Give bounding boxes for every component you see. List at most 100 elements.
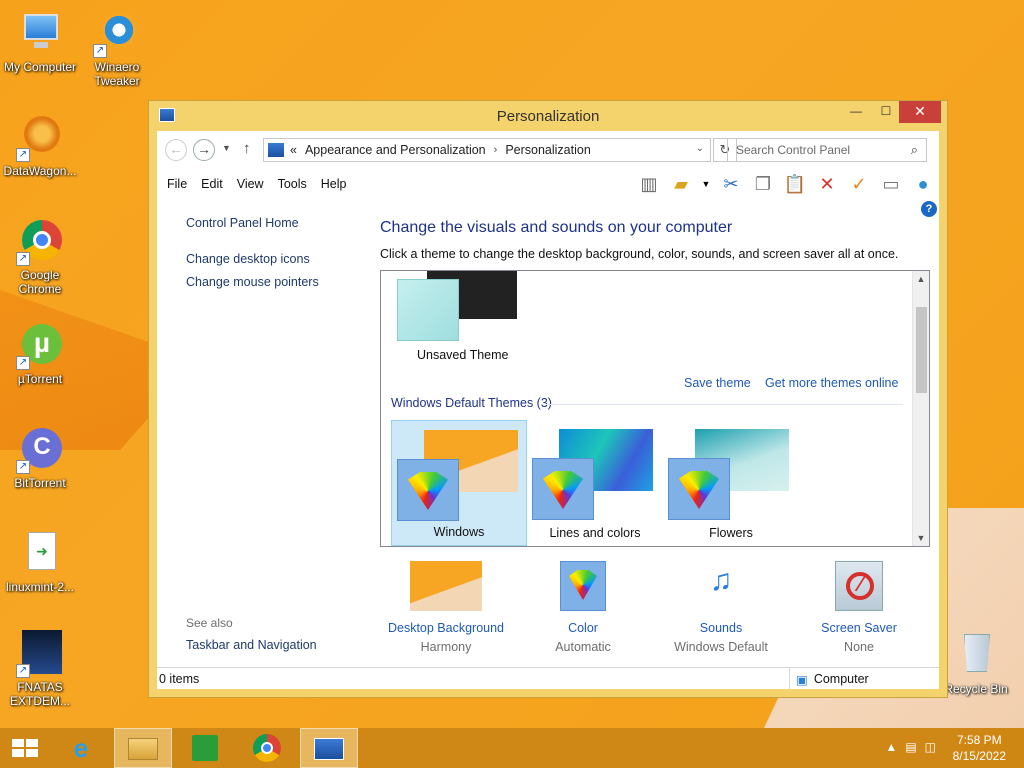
internet-explorer-icon[interactable]: e <box>52 728 110 768</box>
breadcrumb-overflow[interactable]: « <box>290 143 297 157</box>
clock-time: 7:58 PM <box>956 733 1002 747</box>
sounds-option[interactable]: ♫ Sounds Windows Default <box>651 561 791 654</box>
menu-view[interactable]: View <box>237 177 264 191</box>
save-theme-link[interactable]: Save theme <box>684 376 751 390</box>
forward-button[interactable]: → <box>193 139 215 161</box>
utorrent-icon: µ ↗ <box>16 322 64 370</box>
search-placeholder: Search Control Panel <box>736 143 851 157</box>
folder-options-icon[interactable]: ▰ <box>669 172 693 196</box>
unsaved-theme-preview[interactable] <box>397 271 517 341</box>
screen-saver-option[interactable]: ⁄ Screen Saver None <box>789 561 929 654</box>
layout-icon[interactable]: ▥ <box>637 172 661 196</box>
show-hidden-icons-icon[interactable]: ▲ <box>885 740 897 754</box>
search-icon: ⌕ <box>910 142 918 157</box>
desktop-icon-datawagon[interactable]: ↗ DataWagon... <box>0 114 80 178</box>
desktop-icon-google-chrome[interactable]: ↗ Google Chrome <box>0 218 80 296</box>
scroll-up-icon[interactable]: ▲ <box>913 271 929 287</box>
menu-edit[interactable]: Edit <box>201 177 223 191</box>
item-count: 0 items <box>159 672 200 686</box>
minimize-button[interactable]: — <box>841 101 871 123</box>
desktop-icon-winaero-tweaker[interactable]: ↗ Winaero Tweaker <box>77 10 157 88</box>
cut-icon[interactable]: ✂ <box>719 172 743 196</box>
recycle-bin-icon <box>952 632 1000 680</box>
color-palette-icon <box>560 561 606 611</box>
taskbar: e ▲ ▤ ◫ 7:58 PM 8/15/2022 <box>0 728 1024 768</box>
change-mouse-pointers-link[interactable]: Change mouse pointers <box>186 275 319 289</box>
see-also-heading: See also <box>186 616 233 630</box>
network-icon[interactable]: ▤ <box>905 740 916 754</box>
system-tray: ▲ ▤ ◫ <box>885 740 936 754</box>
control-panel-taskbar-icon[interactable] <box>300 728 358 768</box>
checkmark-icon[interactable]: ✓ <box>847 172 871 196</box>
chrome-icon: ↗ <box>16 218 64 266</box>
file-explorer-icon[interactable] <box>114 728 172 768</box>
toolbar: ▥ ▰ ▼ ✂ ❐ 📋 ✕ ✓ ▭ ● <box>637 172 935 196</box>
help-icon[interactable]: ? <box>921 201 937 217</box>
back-button[interactable]: ← <box>165 139 187 161</box>
desktop-icon-recycle-bin[interactable]: Recycle Bin <box>936 632 1016 696</box>
desktop-icon-bittorrent[interactable]: C ↗ BitTorrent <box>0 426 80 490</box>
properties-icon[interactable]: ▭ <box>879 172 903 196</box>
get-more-themes-link[interactable]: Get more themes online <box>765 376 898 390</box>
status-bar: 0 items ▣ Computer <box>157 667 939 690</box>
theme-lines-and-colors[interactable]: Lines and colors <box>527 420 663 546</box>
desktop-icon-linuxmint[interactable]: ➜ linuxmint-2... <box>0 530 80 594</box>
bittorrent-icon: C ↗ <box>16 426 64 474</box>
theme-windows[interactable]: Windows <box>391 420 527 546</box>
main-panel: ? Change the visuals and sounds on your … <box>379 199 939 667</box>
close-button[interactable]: ✕ <box>899 101 941 123</box>
personalization-window: Personalization — ☐ ✕ ← → ▼ ↑ « Appearan… <box>148 100 948 698</box>
desktop-background-icon <box>410 561 482 611</box>
window-content: ← → ▼ ↑ « Appearance and Personalization… <box>157 131 939 690</box>
maximize-button[interactable]: ☐ <box>871 101 901 123</box>
breadcrumb-separator[interactable]: › <box>494 144 498 156</box>
status-location: ▣ Computer <box>789 668 939 690</box>
globe-icon[interactable]: ● <box>911 172 935 196</box>
file-icon: ➜ <box>16 530 64 578</box>
sidebar: Control Panel Home Change desktop icons … <box>157 199 367 667</box>
chevron-down-icon[interactable]: ▼ <box>701 172 711 196</box>
desktop-icon-utorrent[interactable]: µ ↗ µTorrent <box>0 322 80 386</box>
scroll-thumb[interactable] <box>916 307 927 393</box>
clock[interactable]: 7:58 PM 8/15/2022 <box>953 732 1006 764</box>
copy-icon[interactable]: ❐ <box>751 172 775 196</box>
desktop-background-option[interactable]: Desktop Background Harmony <box>376 561 516 654</box>
page-description: Click a theme to change the desktop back… <box>380 247 899 261</box>
desktop-icon-fnatas[interactable]: ↗ FNATAS EXTDEM... <box>0 630 80 708</box>
scroll-down-icon[interactable]: ▼ <box>913 530 929 546</box>
themes-group-title: Windows Default Themes (3) <box>391 396 552 410</box>
desktop-icon-my-computer[interactable]: My Computer <box>0 10 80 74</box>
recent-pages-dropdown[interactable]: ▼ <box>222 143 231 153</box>
volume-muted-icon[interactable]: ◫ <box>925 740 936 754</box>
chevron-down-icon[interactable]: ⌄ <box>696 143 704 154</box>
screen-saver-icon: ⁄ <box>835 561 883 611</box>
control-panel-home-link[interactable]: Control Panel Home <box>186 216 299 230</box>
color-palette-icon <box>397 459 459 521</box>
menu-help[interactable]: Help <box>321 177 347 191</box>
up-button[interactable]: ↑ <box>243 140 251 157</box>
color-option[interactable]: Color Automatic <box>513 561 653 654</box>
menu-tools[interactable]: Tools <box>278 177 307 191</box>
address-bar[interactable]: « Appearance and Personalization › Perso… <box>263 138 711 162</box>
search-input[interactable]: Search Control Panel ⌕ <box>727 138 927 162</box>
menu-bar: File Edit View Tools Help ▥ ▰ ▼ ✂ ❐ 📋 ✕ … <box>157 169 939 199</box>
breadcrumb-appearance[interactable]: Appearance and Personalization <box>305 143 486 157</box>
group-divider <box>546 404 903 405</box>
delete-icon[interactable]: ✕ <box>815 172 839 196</box>
theme-list-scrollbar[interactable]: ▲ ▼ <box>912 271 929 546</box>
menu-file[interactable]: File <box>167 177 187 191</box>
breadcrumb-personalization[interactable]: Personalization <box>505 143 590 157</box>
computer-icon <box>16 10 64 58</box>
unsaved-theme-label[interactable]: Unsaved Theme <box>417 348 509 362</box>
start-button[interactable] <box>0 728 50 768</box>
store-icon[interactable] <box>176 728 234 768</box>
page-title: Change the visuals and sounds on your co… <box>380 219 733 236</box>
change-desktop-icons-link[interactable]: Change desktop icons <box>186 252 310 266</box>
paste-icon[interactable]: 📋 <box>783 172 807 196</box>
title-bar[interactable]: Personalization — ☐ ✕ <box>149 101 947 131</box>
game-icon: ↗ <box>16 630 64 678</box>
chrome-icon[interactable] <box>238 728 296 768</box>
clock-date: 8/15/2022 <box>952 749 1006 763</box>
taskbar-navigation-link[interactable]: Taskbar and Navigation <box>186 638 317 652</box>
theme-flowers[interactable]: Flowers <box>663 420 799 546</box>
